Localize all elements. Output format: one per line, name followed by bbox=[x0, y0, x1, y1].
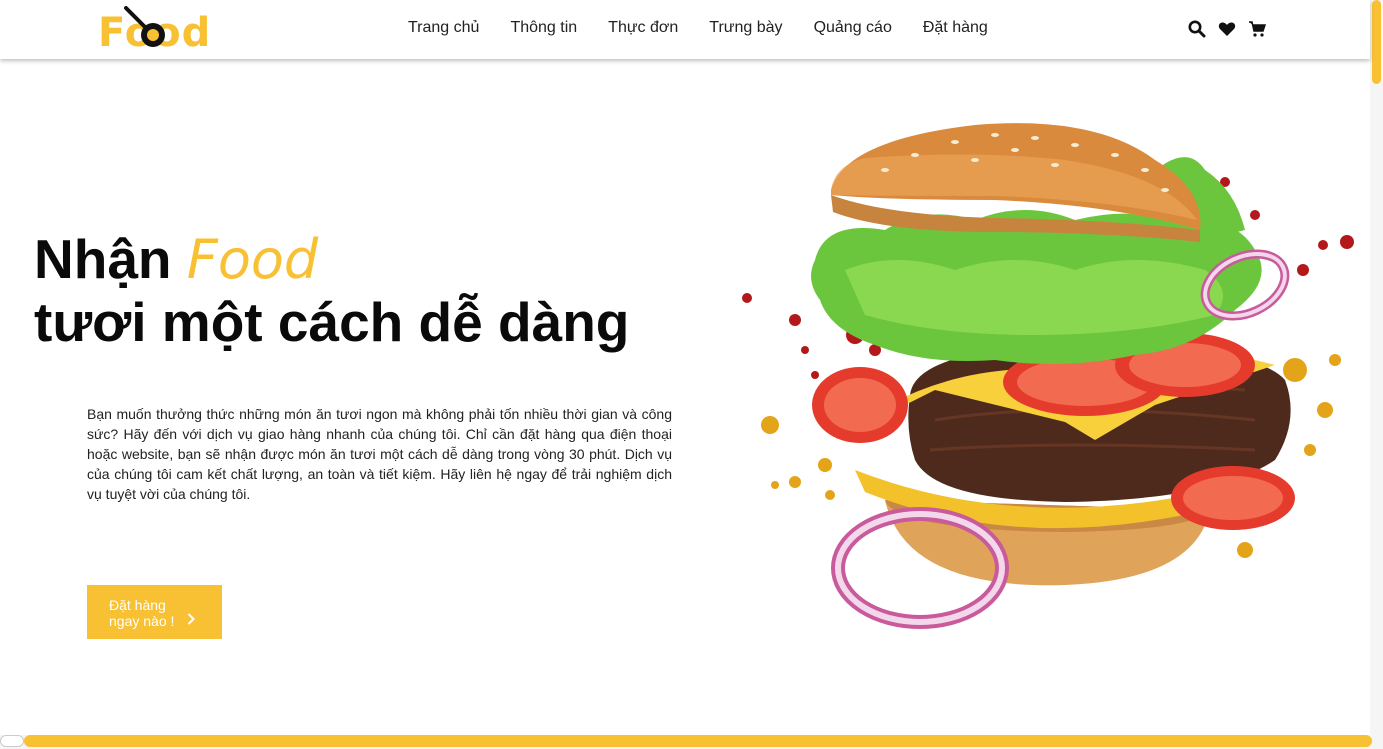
burger-image bbox=[742, 123, 1354, 629]
header-icons bbox=[1188, 20, 1267, 38]
site-header: Food Trang chủ Thông tin Thực đơn Trưng … bbox=[0, 0, 1370, 59]
hero-headline: Nhận Food tươi một cách dễ dàng bbox=[34, 228, 629, 353]
headline-line2: tươi một cách dễ dàng bbox=[34, 291, 630, 353]
nav-order[interactable]: Đặt hàng bbox=[923, 19, 988, 37]
cta-line1: Đặt hàng bbox=[109, 597, 166, 613]
hero-description: Bạn muốn thưởng thức những món ăn tươi n… bbox=[87, 406, 672, 502]
horizontal-scrollbar-thumb[interactable] bbox=[24, 735, 1372, 747]
search-icon[interactable] bbox=[1188, 20, 1206, 38]
headline-prefix: Nhận bbox=[34, 228, 187, 290]
heart-icon[interactable] bbox=[1218, 20, 1236, 38]
logo[interactable]: Food bbox=[98, 6, 210, 56]
main-nav: Trang chủ Thông tin Thực đơn Trưng bày Q… bbox=[408, 19, 1019, 37]
horizontal-scrollbar-start bbox=[0, 735, 24, 747]
cart-icon[interactable] bbox=[1248, 20, 1267, 38]
horizontal-scrollbar[interactable] bbox=[0, 735, 1372, 749]
nav-gallery[interactable]: Trưng bày bbox=[709, 19, 782, 37]
vertical-scrollbar-thumb[interactable] bbox=[1372, 0, 1381, 84]
nav-home[interactable]: Trang chủ bbox=[408, 19, 479, 37]
chevron-right-icon bbox=[187, 613, 195, 625]
nav-menu[interactable]: Thực đơn bbox=[608, 19, 678, 37]
nav-about[interactable]: Thông tin bbox=[510, 19, 577, 37]
nav-ads[interactable]: Quảng cáo bbox=[814, 19, 892, 37]
cta-line2: ngay nào ! bbox=[109, 613, 175, 629]
frying-pan-icon bbox=[124, 6, 165, 47]
vertical-scrollbar[interactable] bbox=[1370, 0, 1383, 749]
headline-accent: Food bbox=[186, 228, 319, 291]
order-now-button[interactable]: Đặt hàng ngay nào ! bbox=[87, 585, 222, 639]
